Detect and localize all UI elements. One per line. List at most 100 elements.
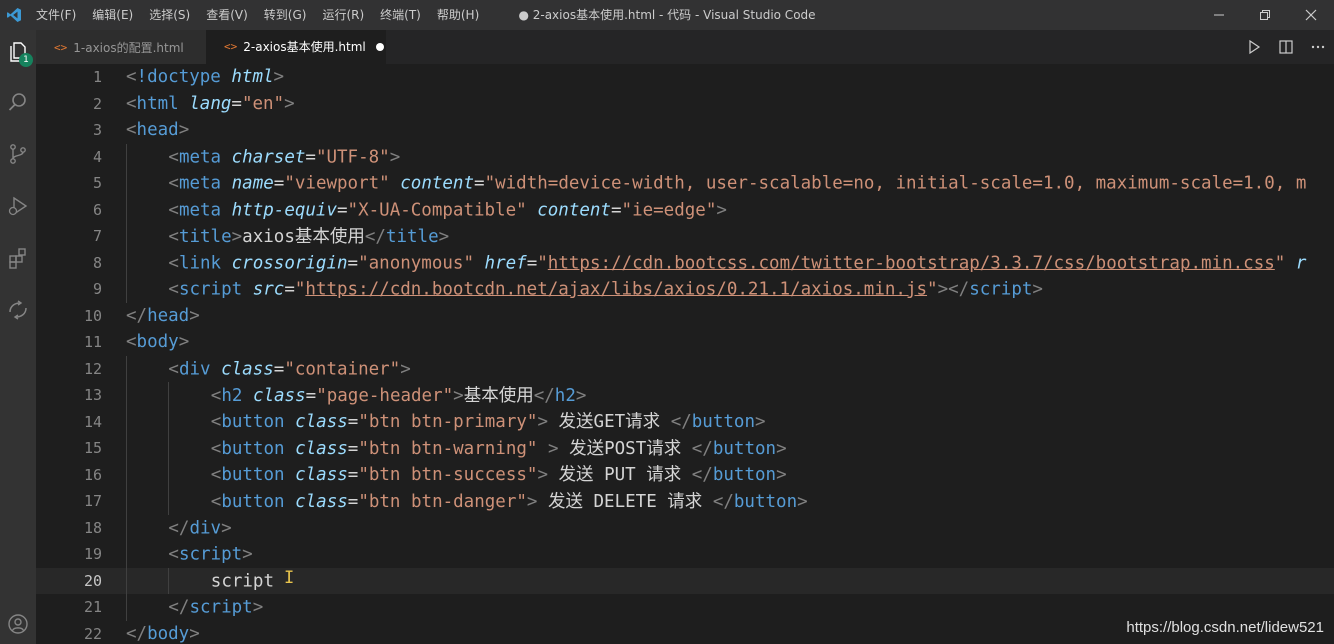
code-line[interactable]: 20 script I [36, 567, 1334, 594]
menu-item[interactable]: 转到(G) [256, 0, 315, 30]
code-line[interactable]: 11 <body> [36, 329, 1334, 356]
code-token: button [691, 412, 755, 433]
menu-item[interactable]: 查看(V) [198, 0, 256, 30]
search-icon [8, 93, 26, 111]
code-token: < [210, 465, 222, 486]
code-token: = [273, 173, 285, 194]
line-number: 21 [83, 598, 102, 617]
code-line[interactable]: 9 <script src="https://cdn.bootcdn.net/aj… [36, 276, 1334, 303]
code-line[interactable]: 13 <h2 class="page-header">基本使用</h2> [36, 382, 1334, 409]
line-number: 5 [92, 174, 102, 193]
account-icon [8, 614, 28, 634]
menu-item[interactable]: 编辑(E) [84, 0, 141, 30]
code-text: <meta charset="UTF-8"> [126, 143, 401, 170]
code-line[interactable]: 17 <button class="btn btn-danger"> 发送 DEL… [36, 488, 1334, 515]
code-token: 基本使用 [463, 385, 534, 406]
code-editor[interactable]: 1 <!doctype html> 2 <html lang="en"> 3 <head>… [36, 64, 1334, 644]
code-token: > [178, 332, 190, 353]
code-line[interactable]: 14 <button class="btn btn-primary"> 发送GET… [36, 408, 1334, 436]
code-token: head [136, 120, 179, 141]
tab-label: 1-axios的配置.html [73, 40, 184, 55]
menu-item[interactable]: 文件(F) [28, 0, 84, 30]
code-token: https://cdn.bootcss.com/twitter-bootstra… [547, 252, 1275, 273]
menu-item[interactable]: 选择(S) [141, 0, 198, 30]
code-line[interactable]: 19 <script> [36, 541, 1334, 568]
code-line[interactable]: 7 <title>axios基本使用</title> [36, 223, 1334, 250]
code-text: <div class="container"> [126, 355, 411, 382]
run-file-button[interactable] [1238, 30, 1270, 64]
code-token: < [168, 173, 179, 194]
accounts-button[interactable] [0, 604, 36, 644]
code-token: class [295, 491, 348, 512]
more-actions-button[interactable] [1302, 30, 1334, 64]
code-token: </ [168, 517, 190, 538]
code-token: = [305, 146, 316, 167]
menu-item[interactable]: 运行(R) [314, 0, 372, 30]
text-cursor-icon: I [284, 567, 295, 588]
code-token: "UTF-8" [315, 146, 390, 167]
code-token: body [147, 623, 190, 644]
code-token: < [168, 226, 179, 247]
code-text: <meta http-equiv="X-UA-Compatible" conte… [126, 196, 727, 223]
split-editor-button[interactable] [1270, 30, 1302, 64]
code-token: = [347, 465, 359, 486]
line-number: 11 [83, 333, 102, 352]
code-line[interactable]: 8 <link crossorigin="anonymous" href="htt… [36, 249, 1334, 276]
code-token: > [389, 146, 401, 167]
tab-2-axios-basic[interactable]: <> 2-axios基本使用.html [206, 30, 386, 64]
code-line[interactable]: 6 <meta http-equiv="X-UA-Compatible" cont… [36, 196, 1334, 223]
code-token: < [210, 385, 222, 406]
code-token: 发送 DELETE 请求 [537, 491, 713, 512]
indent-guide [126, 514, 168, 541]
code-line[interactable]: 3 <head> [36, 117, 1334, 144]
title-bar: 文件(F) 编辑(E) 选择(S) 查看(V) 转到(G) 运行(R) 终端(T) 帮助(H)… [0, 0, 1334, 30]
explorer-button[interactable]: 1 [0, 32, 36, 72]
code-token: button [712, 465, 777, 486]
code-text: </head> [126, 306, 200, 326]
code-line[interactable]: 5 <meta name="viewport" content="width=de… [36, 170, 1334, 197]
tab-1-axios-config[interactable]: <> 1-axios的配置.html [36, 30, 206, 64]
source-control-button[interactable] [0, 134, 36, 174]
code-line[interactable]: 4 <meta charset="UTF-8"> [36, 143, 1334, 170]
code-token: script [178, 279, 243, 300]
code-line[interactable]: 2 <html lang="en"> [36, 91, 1334, 118]
code-line[interactable]: 21 </script> [36, 594, 1334, 621]
code-line[interactable]: 1 <!doctype html> [36, 64, 1334, 91]
unsaved-dot-icon[interactable] [375, 42, 384, 51]
code-text: <html lang="en"> [126, 94, 295, 114]
minimize-button[interactable] [1196, 0, 1242, 30]
code-text: </div> [126, 514, 232, 541]
code-token: = [337, 199, 348, 220]
code-token: title [385, 226, 439, 247]
remote-explorer-button[interactable] [0, 290, 36, 330]
code-token: class [295, 412, 348, 433]
code-line[interactable]: 10 </head> [36, 303, 1334, 330]
code-token: < [126, 93, 137, 114]
code-text: <body> [126, 332, 189, 352]
ellipsis-icon [1311, 45, 1325, 49]
code-text: <head> [126, 120, 189, 140]
code-token: = [231, 93, 242, 114]
code-line[interactable]: 15 <button class="btn btn-warning" > 发送PO… [36, 435, 1334, 462]
code-token: script [969, 279, 1033, 300]
minimize-icon [1214, 14, 1224, 16]
restore-button[interactable] [1242, 0, 1288, 30]
indent-guide [126, 541, 168, 568]
code-token: < [126, 120, 137, 141]
code-line[interactable]: 16 <button class="btn btn-success"> 发送 PU… [36, 461, 1334, 489]
code-line[interactable]: 18 </div> [36, 514, 1334, 541]
extensions-button[interactable] [0, 238, 36, 278]
code-token: " [1274, 252, 1286, 273]
close-button[interactable] [1288, 0, 1334, 30]
run-debug-button[interactable] [0, 186, 36, 226]
line-number: 16 [83, 465, 102, 484]
indent-guide [168, 567, 210, 594]
code-line[interactable]: 12 <div class="container"> [36, 355, 1334, 382]
code-text: <meta name="viewport" content="width=dev… [126, 170, 1306, 197]
search-button[interactable] [0, 82, 36, 122]
